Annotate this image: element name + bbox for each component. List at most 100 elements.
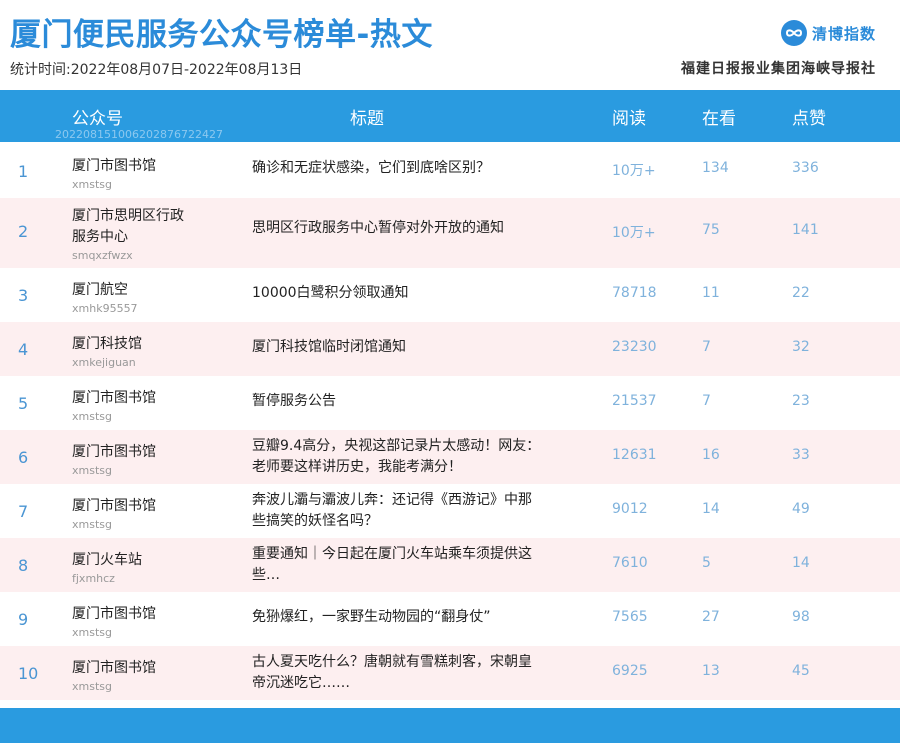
article-title: 豆瓣9.4高分，央视这部记录片太感动！网友：老师要这样讲历史，我能考满分！ — [252, 438, 541, 475]
rank-number: 3 — [18, 286, 29, 305]
rank-number: 8 — [18, 556, 29, 575]
account-cell: 厦门市图书馆 xmstsg — [72, 658, 156, 695]
account-name: 厦门科技馆 — [72, 336, 142, 352]
like-count: 22 — [792, 285, 810, 301]
looking-count: 134 — [702, 160, 729, 176]
read-count: 7610 — [612, 555, 648, 571]
rank-number: 1 — [18, 162, 29, 181]
account-cell: 厦门市思明区行政服务中心 smqxzfwzx — [72, 206, 192, 264]
rank-number: 2 — [18, 222, 29, 241]
article-title: 10000白鹭积分领取通知 — [252, 285, 409, 301]
table-header: 公众号 标题 阅读 在看 点赞 20220815100620287672242​… — [0, 90, 900, 142]
account-id: xmstsg — [72, 464, 112, 477]
account-id: xmstsg — [72, 680, 112, 693]
account-name: 厦门火车站 — [72, 552, 142, 568]
looking-count: 5 — [702, 555, 711, 571]
footer-bar — [0, 708, 900, 743]
like-count: 33 — [792, 447, 810, 463]
rank-number: 7 — [18, 502, 29, 521]
ranking-table: 1 厦门市图书馆 xmstsg 确诊和无症状感染，它们到底啥区别？ 10万+ 134 336… — [0, 142, 900, 700]
read-count: 78718 — [612, 285, 657, 301]
account-cell: 厦门市图书馆 xmstsg — [72, 604, 156, 641]
like-count: 32 — [792, 339, 810, 355]
account-id: xmhk95557 — [72, 302, 138, 315]
account-id: smqxzfwzx — [72, 249, 133, 262]
account-name: 厦门市图书馆 — [72, 444, 156, 460]
like-count: 141 — [792, 222, 819, 238]
account-id: xmstsg — [72, 178, 112, 191]
read-count: 10万+ — [612, 225, 656, 241]
account-name: 厦门市图书馆 — [72, 390, 156, 406]
read-count: 21537 — [612, 393, 657, 409]
page-title: 厦门便民服务公众号榜单-热文 — [10, 17, 433, 53]
table-row: 1 厦门市图书馆 xmstsg 确诊和无症状感染，它们到底啥区别？ 10万+ 134 336 — [0, 142, 900, 198]
account-cell: 厦门市图书馆 xmstsg — [72, 442, 156, 479]
table-row: 8 厦门火车站 fjxmhcz 重要通知｜今日起在厦门火车站乘车须提供这些… 7610 5… — [0, 538, 900, 592]
account-name: 厦门市图书馆 — [72, 606, 156, 622]
table-row: 9 厦门市图书馆 xmstsg 免狲爆红，一家野生动物园的“翻身仗” 7565 27 98 — [0, 592, 900, 646]
table-row: 7 厦门市图书馆 xmstsg 奔波儿灞与灞波儿奔：还记得《西游记》中那些搞笑的妖怪名… — [0, 484, 900, 538]
rank-number: 4 — [18, 340, 29, 359]
article-title: 免狲爆红，一家野生动物园的“翻身仗” — [252, 609, 491, 625]
looking-count: 7 — [702, 339, 711, 355]
account-id: xmstsg — [72, 518, 112, 531]
read-count: 23230 — [612, 339, 657, 355]
read-count: 9012 — [612, 501, 648, 517]
like-count: 98 — [792, 609, 810, 625]
account-name: 厦门市图书馆 — [72, 158, 156, 174]
table-row: 3 厦门航空 xmhk95557 10000白鹭积分领取通知 78718 11 22 — [0, 268, 900, 322]
article-title: 确诊和无症状感染，它们到底啥区别？ — [252, 160, 490, 176]
looking-count: 75 — [702, 222, 720, 238]
publisher-name: 福建日报报业集团海峡导报社 — [681, 61, 876, 77]
table-row: 4 厦门科技馆 xmkejiguan 厦门科技馆临时闭馆通知 23230 7 32 — [0, 322, 900, 376]
article-title: 思明区行政服务中心暂停对外开放的通知 — [252, 220, 504, 236]
account-name: 厦门航空 — [72, 282, 128, 298]
account-cell: 厦门市图书馆 xmstsg — [72, 388, 156, 425]
like-count: 45 — [792, 663, 810, 679]
article-title: 奔波儿灞与灞波儿奔：还记得《西游记》中那些搞笑的妖怪名吗？ — [252, 492, 532, 529]
account-id: xmkejiguan — [72, 356, 136, 369]
account-cell: 厦门航空 xmhk95557 — [72, 280, 138, 317]
column-header-reads: 阅读 — [612, 109, 646, 129]
rank-number: 9 — [18, 610, 29, 629]
looking-count: 16 — [702, 447, 720, 463]
brand-logo: 清博指数 — [780, 18, 876, 48]
account-name: 厦门市图书馆 — [72, 498, 156, 514]
looking-count: 14 — [702, 501, 720, 517]
account-cell: 厦门火车站 fjxmhcz — [72, 550, 142, 587]
watermark-stamp: 20220815100620287672242​7 — [55, 128, 223, 141]
looking-count: 7 — [702, 393, 711, 409]
column-header-looking: 在看 — [702, 109, 736, 129]
read-count: 7565 — [612, 609, 648, 625]
account-id: xmstsg — [72, 410, 112, 423]
infinity-logo-icon — [780, 20, 807, 46]
account-id: fjxmhcz — [72, 572, 115, 585]
account-cell: 厦门市图书馆 xmstsg — [72, 496, 156, 533]
read-count: 6925 — [612, 663, 648, 679]
account-name: 厦门市图书馆 — [72, 660, 156, 676]
account-cell: 厦门市图书馆 xmstsg — [72, 156, 156, 193]
read-count: 10万+ — [612, 163, 656, 179]
like-count: 14 — [792, 555, 810, 571]
column-header-title: 标题 — [350, 109, 384, 129]
article-title: 重要通知｜今日起在厦门火车站乘车须提供这些… — [252, 546, 532, 583]
account-cell: 厦门科技馆 xmkejiguan — [72, 334, 142, 371]
read-count: 12631 — [612, 447, 657, 463]
rank-number: 10 — [18, 664, 39, 683]
article-title: 暂停服务公告 — [252, 393, 336, 409]
looking-count: 11 — [702, 285, 720, 301]
column-header-likes: 点赞 — [792, 109, 826, 129]
table-row: 5 厦门市图书馆 xmstsg 暂停服务公告 21537 7 23 — [0, 376, 900, 430]
table-row: 6 厦门市图书馆 xmstsg 豆瓣9.4高分，央视这部记录片太感动！网友：老师要这样… — [0, 430, 900, 484]
table-row: 10 厦门市图书馆 xmstsg 古人夏天吃什么？唐朝就有雪糕刺客，宋朝皇帝沉迷吃它…… — [0, 646, 900, 700]
column-header-account: 公众号 — [72, 109, 123, 129]
article-title: 厦门科技馆临时闭馆通知 — [252, 339, 406, 355]
looking-count: 13 — [702, 663, 720, 679]
looking-count: 27 — [702, 609, 720, 625]
like-count: 336 — [792, 160, 819, 176]
brand-name: 清博指数 — [811, 24, 876, 43]
rank-number: 5 — [18, 394, 29, 413]
table-row: 2 厦门市思明区行政服务中心 smqxzfwzx 思明区行政服务中心暂停对外开放的通知… — [0, 198, 900, 268]
account-name: 厦门市思明区行政服务中心 — [72, 208, 184, 245]
like-count: 49 — [792, 501, 810, 517]
